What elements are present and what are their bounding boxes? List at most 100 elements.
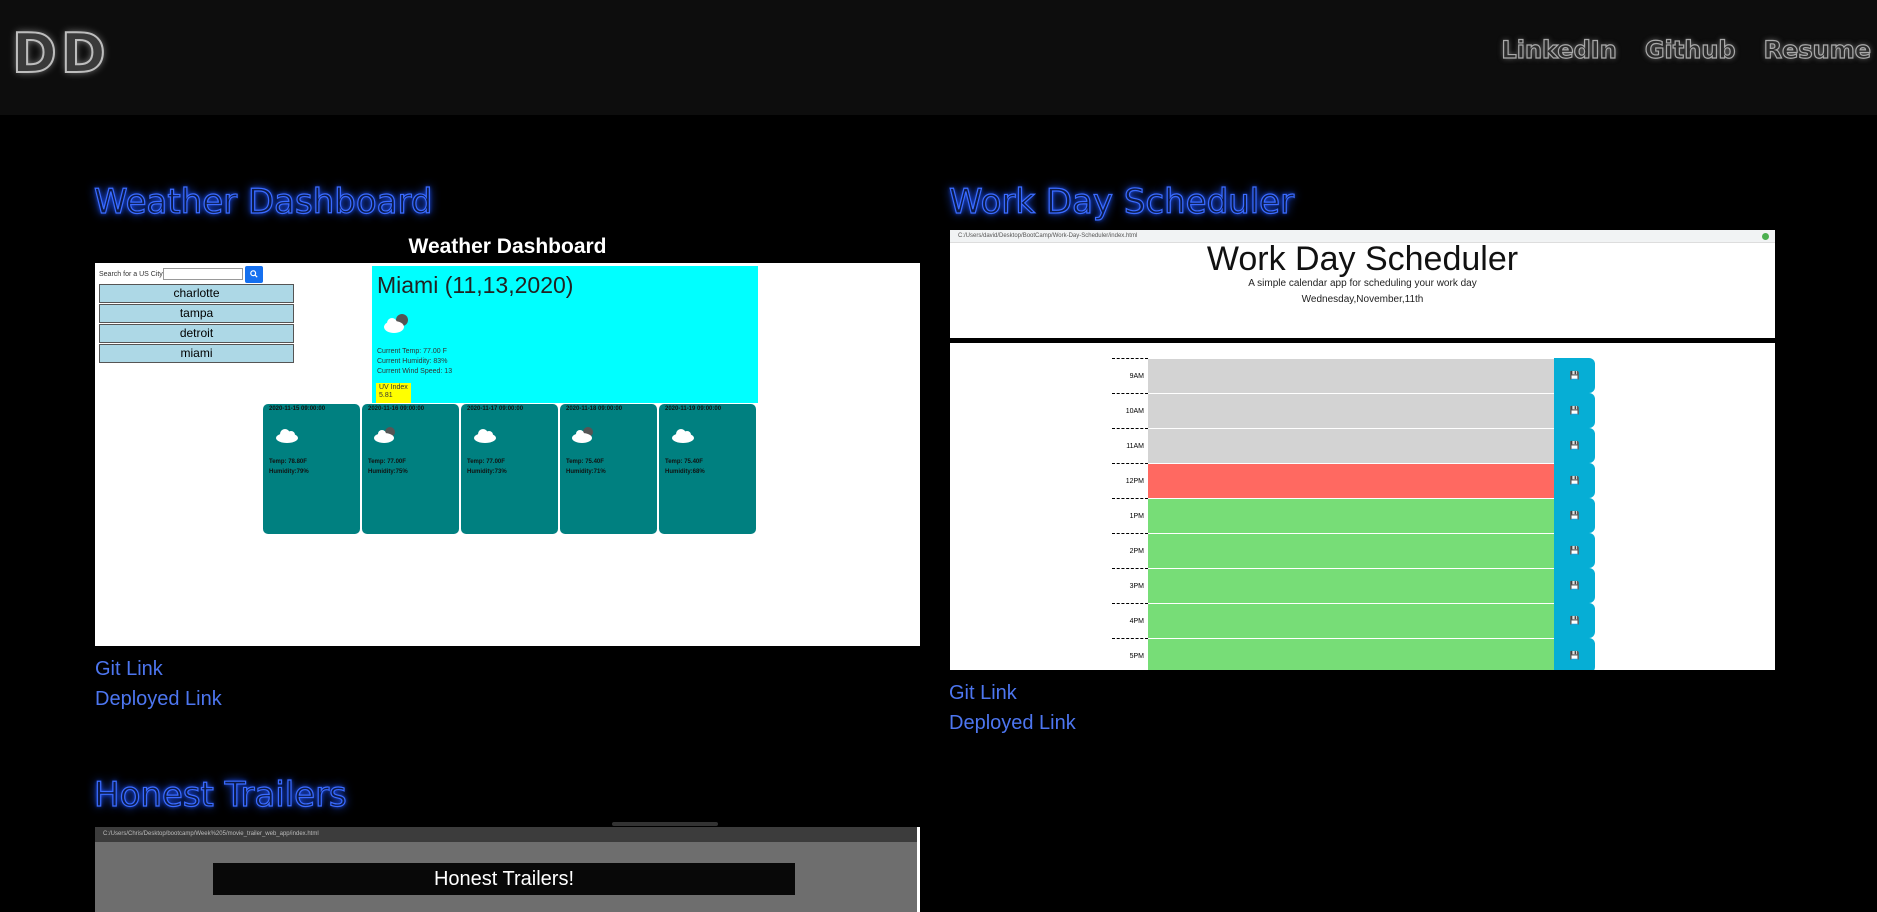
- cloud-icon: [572, 427, 593, 443]
- browser-url: C:/Users/david/Desktop/BootCamp/Work-Day…: [958, 233, 1138, 239]
- save-icon: 💾: [1569, 476, 1580, 485]
- scheduler-git-link[interactable]: Git Link: [949, 682, 1017, 705]
- header-divider: [950, 338, 1775, 343]
- time-block: 5PM 💾: [1112, 638, 1595, 670]
- forecast-card: 2020-11-19 09:00:00 Temp: 75.40F Humidit…: [659, 404, 756, 534]
- forecast-humidity: Humidity:79%: [269, 469, 309, 475]
- weather-git-link[interactable]: Git Link: [95, 658, 163, 681]
- hour-label: 1PM: [1112, 498, 1148, 533]
- hour-label: 2PM: [1112, 533, 1148, 568]
- site-logo[interactable]: DD: [11, 21, 110, 86]
- time-block: 4PM 💾: [1112, 603, 1595, 638]
- weather-app-heading: Weather Dashboard: [408, 235, 607, 258]
- uv-index-value: 5.81: [379, 392, 393, 399]
- forecast-date: 2020-11-15 09:00:00: [269, 406, 326, 412]
- forecast-date: 2020-11-16 09:00:00: [368, 406, 425, 412]
- weather-screenshot: Weather Dashboard Search for a US City: …: [95, 230, 920, 646]
- hour-label: 9AM: [1112, 358, 1148, 393]
- browser-url: C:/Users/Chris/Desktop/bootcamp/Week%205…: [103, 831, 319, 837]
- nav-linkedin-link[interactable]: LinkedIn: [1501, 35, 1618, 64]
- cloud-icon: [474, 429, 496, 443]
- forecast-temp: Temp: 77.00F: [368, 459, 406, 465]
- forecast-temp: Temp: 77.00F: [467, 459, 505, 465]
- current-temp: Current Temp: 77.00 F: [377, 348, 447, 355]
- current-weather-panel: Miami (11,13,2020) Current Temp: 77.00 F…: [372, 266, 758, 403]
- scroll-indicator: [612, 822, 718, 826]
- forecast-humidity: Humidity:71%: [566, 469, 606, 475]
- weather-deployed-link[interactable]: Deployed Link: [95, 688, 222, 711]
- save-button[interactable]: 💾: [1554, 498, 1595, 533]
- cloud-icon: [384, 314, 408, 333]
- forecast-date: 2020-11-19 09:00:00: [665, 406, 722, 412]
- profile-avatar: [1762, 233, 1769, 240]
- event-textarea[interactable]: [1148, 568, 1554, 603]
- current-wind: Current Wind Speed: 13: [377, 368, 453, 375]
- save-button[interactable]: 💾: [1554, 603, 1595, 638]
- city-search-input[interactable]: [163, 268, 243, 280]
- event-textarea[interactable]: [1148, 533, 1554, 568]
- save-button[interactable]: 💾: [1554, 463, 1595, 498]
- city-history-item[interactable]: miami: [99, 344, 294, 363]
- city-history-item[interactable]: charlotte: [99, 284, 294, 303]
- forecast-card: 2020-11-18 09:00:00 Temp: 75.40F Humidit…: [560, 404, 657, 534]
- save-icon: 💾: [1569, 651, 1580, 660]
- trailers-screenshot: C:/Users/Chris/Desktop/bootcamp/Week%205…: [95, 827, 920, 912]
- uv-index-badge: UV Index 5.81: [376, 383, 411, 403]
- save-icon: 💾: [1569, 546, 1580, 555]
- event-textarea[interactable]: [1148, 638, 1554, 670]
- save-button[interactable]: 💾: [1554, 533, 1595, 568]
- nav-github-link[interactable]: Github: [1644, 35, 1736, 64]
- event-textarea[interactable]: [1148, 358, 1554, 393]
- hour-label: 4PM: [1112, 603, 1148, 638]
- forecast-card: 2020-11-17 09:00:00 Temp: 77.00F Humidit…: [461, 404, 558, 534]
- event-textarea[interactable]: [1148, 393, 1554, 428]
- scheduler-current-date: Wednesday,November,11th: [1301, 294, 1424, 305]
- current-humidity: Current Humidity: 83%: [377, 358, 448, 365]
- city-search-button[interactable]: [245, 266, 263, 283]
- scheduler-project-title: Work Day Scheduler: [948, 181, 1295, 222]
- time-block: 3PM 💾: [1112, 568, 1595, 603]
- save-button[interactable]: 💾: [1554, 568, 1595, 603]
- forecast-card: 2020-11-15 09:00:00 Temp: 78.80F Humidit…: [263, 404, 360, 534]
- save-icon: 💾: [1569, 616, 1580, 625]
- save-button[interactable]: 💾: [1554, 358, 1595, 393]
- save-icon: 💾: [1569, 406, 1580, 415]
- scheduler-subtitle: A simple calendar app for scheduling you…: [1248, 278, 1477, 289]
- save-icon: 💾: [1569, 581, 1580, 590]
- cloud-icon: [276, 429, 298, 443]
- nav-resume-link[interactable]: Resume: [1763, 35, 1872, 64]
- scheduler-deployed-link[interactable]: Deployed Link: [949, 712, 1076, 735]
- forecast-date: 2020-11-17 09:00:00: [467, 406, 524, 412]
- save-button[interactable]: 💾: [1554, 428, 1595, 463]
- save-button[interactable]: 💾: [1554, 393, 1595, 428]
- save-button[interactable]: 💾: [1554, 638, 1595, 670]
- time-block: 2PM 💾: [1112, 533, 1595, 568]
- hour-label: 3PM: [1112, 568, 1148, 603]
- search-icon: [250, 270, 258, 278]
- city-history-item[interactable]: tampa: [99, 304, 294, 323]
- time-block: 9AM 💾: [1112, 358, 1595, 393]
- forecast-date: 2020-11-18 09:00:00: [566, 406, 623, 412]
- event-textarea[interactable]: [1148, 603, 1554, 638]
- browser-address-bar: C:/Users/Chris/Desktop/bootcamp/Week%205…: [95, 827, 917, 842]
- forecast-card: 2020-11-16 09:00:00 Temp: 77.00F Humidit…: [362, 404, 459, 534]
- nav-links: LinkedIn Github Resume: [1501, 35, 1872, 64]
- save-icon: 💾: [1569, 511, 1580, 520]
- top-navbar: DD LinkedIn Github Resume: [0, 0, 1877, 115]
- forecast-humidity: Humidity:73%: [467, 469, 507, 475]
- current-city-title: Miami (11,13,2020): [377, 272, 574, 298]
- cloud-icon: [374, 427, 395, 443]
- city-search-label: Search for a US City:: [99, 271, 165, 278]
- time-block: 10AM 💾: [1112, 393, 1595, 428]
- city-history-item[interactable]: detroit: [99, 324, 294, 343]
- forecast-humidity: Humidity:75%: [368, 469, 408, 475]
- event-textarea[interactable]: [1148, 498, 1554, 533]
- hour-label: 11AM: [1112, 428, 1148, 463]
- event-textarea[interactable]: [1148, 428, 1554, 463]
- hour-label: 10AM: [1112, 393, 1148, 428]
- forecast-humidity: Humidity:68%: [665, 469, 705, 475]
- cloud-icon: [672, 429, 694, 443]
- hour-label: 5PM: [1112, 638, 1148, 670]
- event-textarea[interactable]: [1148, 463, 1554, 498]
- trailers-app-heading: Honest Trailers!: [213, 863, 795, 895]
